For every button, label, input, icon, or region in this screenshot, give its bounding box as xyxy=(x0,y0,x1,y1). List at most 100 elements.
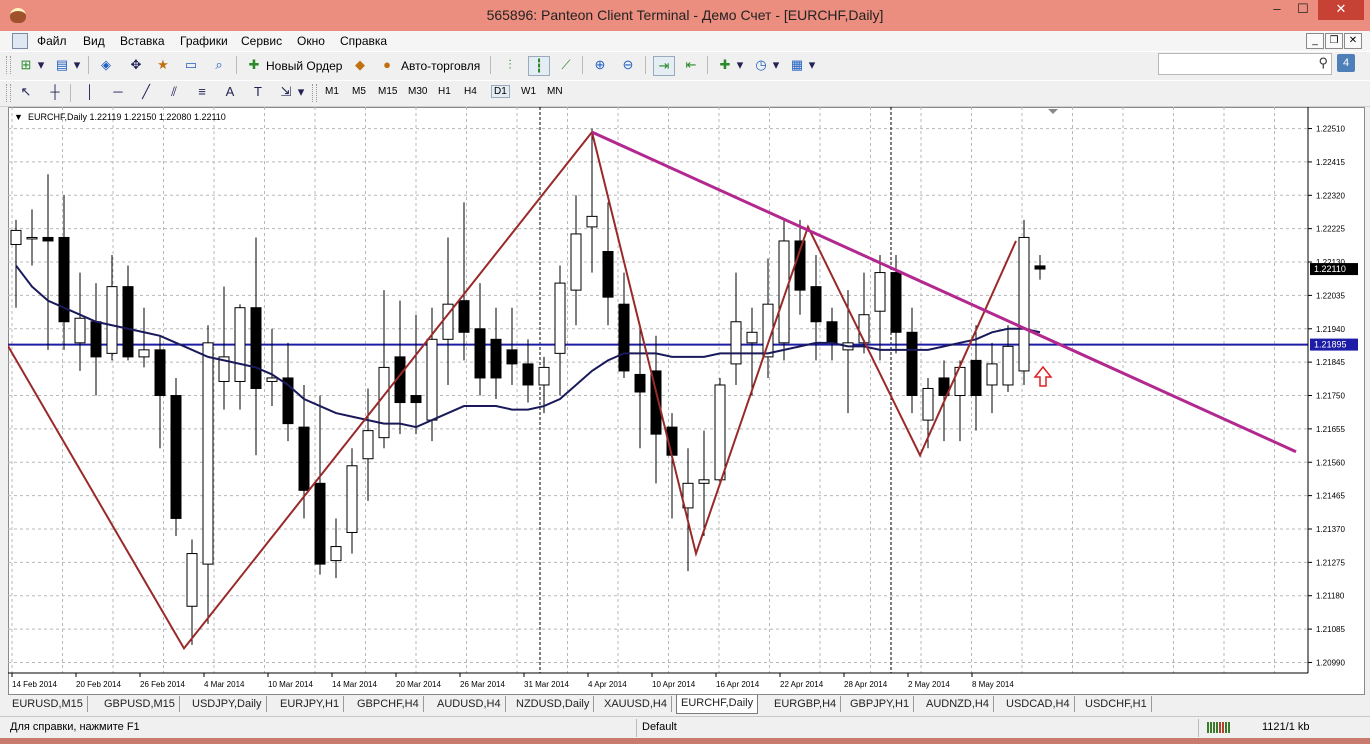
trendline-icon[interactable]: ╱ xyxy=(136,83,156,101)
menu-tools[interactable]: Сервис xyxy=(241,34,282,48)
new-chart-icon[interactable]: ⊞ xyxy=(16,56,36,74)
candlestick-chart-icon[interactable]: ┇ xyxy=(528,56,550,76)
connection-icon[interactable] xyxy=(1207,722,1231,736)
timeframe-d1[interactable]: D1 xyxy=(491,85,510,98)
market-watch-icon[interactable]: ◈ xyxy=(96,56,116,74)
os-taskbar xyxy=(0,738,1370,744)
chat-icon[interactable]: 4 xyxy=(1337,54,1355,72)
tab-usdcad-h4[interactable]: USDCAD,H4 xyxy=(1002,696,1075,712)
timeframe-h1[interactable]: H1 xyxy=(438,86,451,97)
minimize-button[interactable]: – xyxy=(1266,0,1288,20)
arrows-icon[interactable]: ⇲ xyxy=(276,83,296,101)
mdi-minimize-button[interactable]: _ xyxy=(1306,33,1324,49)
up-arrow-icon[interactable] xyxy=(1033,365,1053,387)
candle-body xyxy=(1034,265,1046,270)
search-input[interactable]: ⚲ xyxy=(1158,53,1332,75)
menu-window[interactable]: Окно xyxy=(297,34,325,48)
chevron-down-icon[interactable]: ▾ xyxy=(36,56,46,74)
price-chart[interactable]: 1.225101.224151.223201.222251.221301.220… xyxy=(8,107,1363,693)
tab-eurusd-m15[interactable]: EURUSD,M15 xyxy=(8,696,88,712)
zoom-out-icon[interactable]: ⊖ xyxy=(618,56,638,74)
candle xyxy=(762,258,774,378)
chevron-down-icon[interactable]: ▾ xyxy=(771,56,781,74)
text-label-icon[interactable]: T xyxy=(248,83,268,101)
menu-insert[interactable]: Вставка xyxy=(120,34,165,48)
timeframe-m5[interactable]: M5 xyxy=(352,86,366,97)
vertical-line-icon[interactable]: │ xyxy=(80,83,100,101)
tab-gbpjpy-h1[interactable]: GBPJPY,H1 xyxy=(846,696,915,712)
tab-audnzd-h4[interactable]: AUDNZD,H4 xyxy=(922,696,994,712)
tab-eurchf-daily[interactable]: EURCHF,Daily xyxy=(676,695,759,714)
auto-scroll-icon[interactable]: ⇥ xyxy=(653,56,675,76)
candle xyxy=(602,202,614,326)
text-icon[interactable]: A xyxy=(220,83,240,101)
candle-body xyxy=(810,286,822,323)
chart-shift-marker[interactable] xyxy=(1048,109,1058,114)
candle-body xyxy=(266,377,278,382)
menu-help[interactable]: Справка xyxy=(340,34,387,48)
candle-body xyxy=(746,331,758,344)
chart-menu-triangle[interactable]: ▼ xyxy=(14,112,23,122)
periods-icon[interactable]: ◷ xyxy=(751,56,771,74)
menu-view[interactable]: Вид xyxy=(83,34,105,48)
mdi-restore-button[interactable]: ❐ xyxy=(1325,33,1343,49)
candle-body xyxy=(874,272,886,312)
toolbar-grip[interactable] xyxy=(312,84,317,102)
bar-chart-icon[interactable]: ⫶ xyxy=(500,56,520,74)
search-icon[interactable]: ⚲ xyxy=(1318,55,1328,71)
toolbar-grip[interactable] xyxy=(6,84,11,102)
autotrading-icon[interactable]: ● xyxy=(377,56,397,74)
strategy-tester-icon[interactable]: ⌕ xyxy=(209,56,229,74)
tab-xauusd-h4[interactable]: XAUUSD,H4 xyxy=(600,696,672,712)
chevron-down-icon[interactable]: ▾ xyxy=(72,56,82,74)
candle-body xyxy=(554,282,566,354)
navigator-icon[interactable]: ★ xyxy=(153,56,173,74)
tab-eurgbp-h4[interactable]: EURGBP,H4 xyxy=(770,696,842,712)
close-button[interactable]: ✕ xyxy=(1318,0,1364,20)
terminal-icon[interactable]: ▭ xyxy=(181,56,201,74)
new-order-icon[interactable]: ✚ xyxy=(244,56,264,74)
tab-gbpchf-h4[interactable]: GBPCHF,H4 xyxy=(353,696,424,712)
horizontal-line-icon[interactable]: ─ xyxy=(108,83,128,101)
line-chart-icon[interactable]: ⟋ xyxy=(556,56,576,74)
timeframe-h4[interactable]: H4 xyxy=(464,86,477,97)
tab-audusd-h4[interactable]: AUDUSD,H4 xyxy=(433,696,506,712)
tab-usdjpy-daily[interactable]: USDJPY,Daily xyxy=(188,696,267,712)
templates-icon[interactable]: ▦ xyxy=(787,56,807,74)
chart-shift-icon[interactable]: ⇤ xyxy=(681,56,701,74)
candle-body xyxy=(858,314,870,344)
tab-eurjpy-h1[interactable]: EURJPY,H1 xyxy=(276,696,345,712)
crosshair-icon[interactable]: ┼ xyxy=(45,83,65,101)
price-tick-label: 1.22225 xyxy=(1316,225,1345,234)
tab-gbpusd-m15[interactable]: GBPUSD,M15 xyxy=(100,696,180,712)
tab-nzdusd-daily[interactable]: NZDUSD,Daily xyxy=(512,696,595,712)
timeframe-m15[interactable]: M15 xyxy=(378,86,397,97)
candle-body xyxy=(410,395,422,404)
metaeditor-icon[interactable]: ◆ xyxy=(350,56,370,74)
timeframe-w1[interactable]: W1 xyxy=(521,86,536,97)
price-tick-label: 1.21940 xyxy=(1316,325,1345,334)
chart-window-icon[interactable] xyxy=(12,33,28,49)
chevron-down-icon[interactable]: ▾ xyxy=(296,83,306,101)
mdi-close-button[interactable]: ✕ xyxy=(1344,33,1362,49)
timeframe-mn[interactable]: MN xyxy=(547,86,563,97)
chevron-down-icon[interactable]: ▾ xyxy=(735,56,745,74)
data-window-icon[interactable]: ✥ xyxy=(126,56,146,74)
zoom-in-icon[interactable]: ⊕ xyxy=(590,56,610,74)
tab-usdchf-h1[interactable]: USDCHF,H1 xyxy=(1081,696,1152,712)
maximize-button[interactable]: ☐ xyxy=(1292,0,1314,20)
cursor-icon[interactable]: ↖ xyxy=(16,83,36,101)
autotrading-button[interactable]: Авто-торговля xyxy=(401,59,480,73)
profiles-icon[interactable]: ▤ xyxy=(52,56,72,74)
chevron-down-icon[interactable]: ▾ xyxy=(807,56,817,74)
timeframe-m30[interactable]: M30 xyxy=(408,86,427,97)
menu-file[interactable]: Файл xyxy=(37,34,67,48)
toolbar-grip[interactable] xyxy=(6,56,11,74)
equidistant-channel-icon[interactable]: ⫽ xyxy=(164,83,184,101)
menu-charts[interactable]: Графики xyxy=(180,34,228,48)
fibonacci-icon[interactable]: ≡ xyxy=(192,83,212,101)
indicators-icon[interactable]: ✚ xyxy=(715,56,735,74)
time-tick-label: 2 May 2014 xyxy=(908,680,950,689)
timeframe-m1[interactable]: M1 xyxy=(325,86,339,97)
new-order-button[interactable]: Новый Ордер xyxy=(266,59,342,73)
